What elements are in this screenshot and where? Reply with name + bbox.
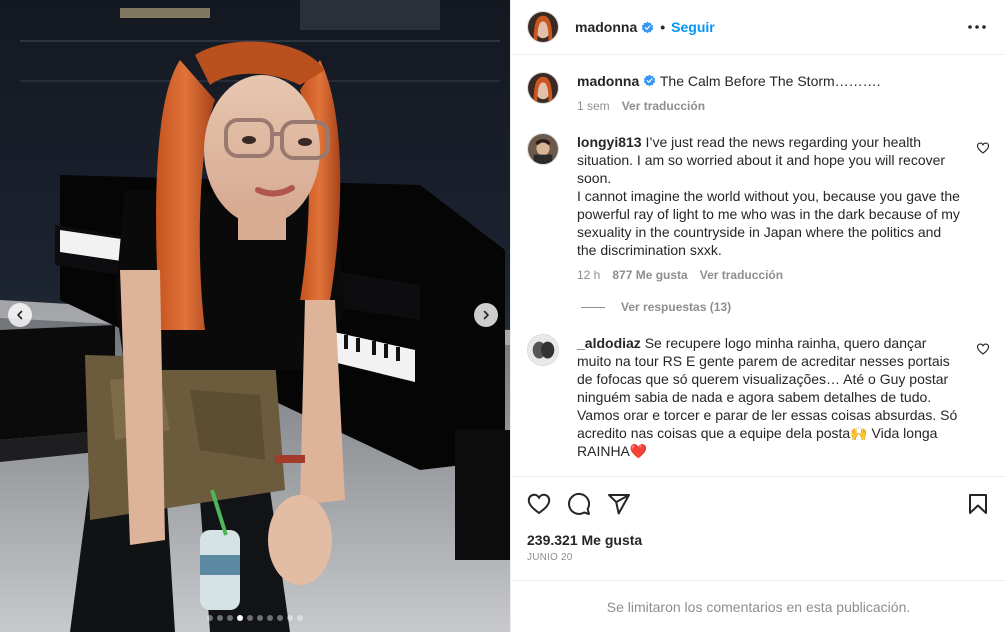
caption-body: madonna The Calm Before The Storm………. 1 … xyxy=(577,72,990,113)
chevron-left-icon xyxy=(17,310,23,320)
verified-badge-icon xyxy=(644,74,656,87)
carousel-dot xyxy=(297,615,303,621)
previous-photo-button[interactable] xyxy=(8,303,32,327)
caption-meta: 1 sem Ver traducción xyxy=(577,99,960,113)
post-media[interactable] xyxy=(0,0,510,632)
comment-text-line: longyi813 I’ve just read the news regard… xyxy=(577,133,960,259)
carousel-indicator xyxy=(0,615,510,621)
avatar-image xyxy=(528,335,558,365)
comments-limited-notice: Se limitaron los comentarios en esta pub… xyxy=(511,580,1005,632)
like-comment-heart-icon[interactable] xyxy=(976,141,990,155)
comments-list[interactable]: madonna The Calm Before The Storm………. 1 … xyxy=(511,56,1005,476)
avatar-image xyxy=(528,12,558,42)
post-caption: madonna The Calm Before The Storm………. 1 … xyxy=(527,72,990,113)
post-likes-count[interactable]: 239.321 Me gusta xyxy=(527,532,990,548)
post-side-panel: madonna • Seguir madonna The Calm Before… xyxy=(510,0,1005,632)
post-actions-area: 239.321 Me gusta JUNIO 20 xyxy=(511,476,1005,563)
post-photo xyxy=(0,0,510,632)
heart-icon xyxy=(527,493,551,515)
carousel-dot xyxy=(217,615,223,621)
like-button[interactable] xyxy=(527,492,551,516)
avatar-image xyxy=(528,73,558,103)
comment-text: Se recupere logo minha rainha, quero dan… xyxy=(577,335,962,459)
carousel-dot xyxy=(207,615,213,621)
post-header: madonna • Seguir xyxy=(511,0,1005,55)
avatar[interactable] xyxy=(527,72,559,104)
bookmark-icon xyxy=(969,494,987,514)
share-button[interactable] xyxy=(607,492,631,516)
replies-divider-line xyxy=(581,306,605,308)
paper-plane-icon xyxy=(608,494,630,515)
comment-button[interactable] xyxy=(567,492,591,516)
more-dots-icon xyxy=(968,25,986,29)
comment-text: I’ve just read the news regarding your h… xyxy=(577,134,960,258)
post-date[interactable]: JUNIO 20 xyxy=(527,552,990,563)
comment-body: longyi813 I’ve just read the news regard… xyxy=(577,133,990,282)
comment-meta: 12 h 877 Me gusta Ver traducción xyxy=(577,268,960,282)
like-comment-heart-icon[interactable] xyxy=(976,342,990,356)
caption-time[interactable]: 1 sem xyxy=(577,99,610,113)
chevron-right-icon xyxy=(483,310,489,320)
avatar-image xyxy=(528,134,558,164)
comment-item: _aldodiaz Se recupere logo minha rainha,… xyxy=(527,334,990,460)
caption-text: The Calm Before The Storm………. xyxy=(659,73,881,89)
comment-username[interactable]: longyi813 xyxy=(577,134,642,150)
post-author-username[interactable]: madonna xyxy=(575,19,637,35)
avatar[interactable] xyxy=(527,133,559,165)
view-replies-button[interactable]: Ver respuestas (13) xyxy=(581,300,990,314)
avatar[interactable] xyxy=(527,11,559,43)
carousel-dot xyxy=(267,615,273,621)
caption-text-line: madonna The Calm Before The Storm………. xyxy=(577,72,960,90)
carousel-dot xyxy=(287,615,293,621)
carousel-dot xyxy=(247,615,253,621)
avatar[interactable] xyxy=(527,334,559,366)
carousel-dot xyxy=(277,615,283,621)
comment-time[interactable]: 12 h xyxy=(577,268,600,282)
caption-username[interactable]: madonna xyxy=(577,73,639,89)
caption-translate-link[interactable]: Ver traducción xyxy=(622,99,705,113)
comment-item: longyi813 I’ve just read the news regard… xyxy=(527,133,990,282)
comment-translate-link[interactable]: Ver traducción xyxy=(700,268,783,282)
comment-likes[interactable]: 877 Me gusta xyxy=(612,268,687,282)
carousel-dot xyxy=(257,615,263,621)
view-replies-label: Ver respuestas (13) xyxy=(621,300,732,314)
next-photo-button[interactable] xyxy=(474,303,498,327)
comment-icon xyxy=(568,492,591,515)
carousel-dot xyxy=(227,615,233,621)
comment-username[interactable]: _aldodiaz xyxy=(577,335,641,351)
instagram-post: madonna • Seguir madonna The Calm Before… xyxy=(0,0,1005,632)
comment-text-line: _aldodiaz Se recupere logo minha rainha,… xyxy=(577,334,960,460)
comment-body: _aldodiaz Se recupere logo minha rainha,… xyxy=(577,334,990,460)
more-options-button[interactable] xyxy=(965,15,989,39)
follow-button[interactable]: Seguir xyxy=(671,19,715,35)
verified-badge-icon xyxy=(642,21,654,33)
header-separator: • xyxy=(660,19,666,35)
post-actions-bar xyxy=(527,477,990,529)
carousel-dot xyxy=(237,615,243,621)
save-button[interactable] xyxy=(966,492,990,516)
